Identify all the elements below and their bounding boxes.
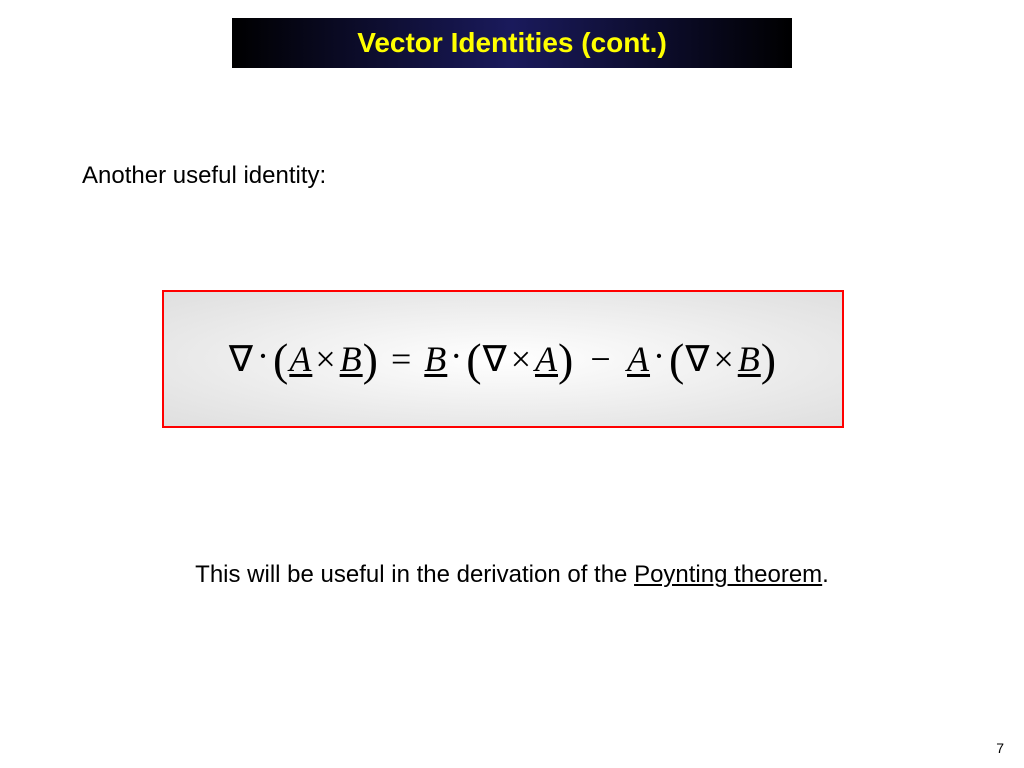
conclusion-text: This will be useful in the derivation of…: [0, 561, 1024, 589]
equation: ∇·(A×B) = B·(∇×A) − A·(∇×B): [229, 333, 777, 386]
rparen: ): [363, 334, 379, 385]
nabla: ∇: [229, 339, 254, 379]
cross-op: ×: [315, 339, 336, 379]
dot-op: ·: [653, 336, 666, 376]
page-title: Vector Identities (cont.): [357, 27, 667, 59]
lparen: (: [669, 334, 685, 385]
equals: =: [391, 339, 412, 379]
lparen: (: [466, 334, 482, 385]
rparen: ): [558, 334, 574, 385]
poynting-theorem-term: Poynting theorem: [634, 561, 822, 588]
vector-A: A: [535, 339, 558, 379]
vector-B: B: [424, 339, 447, 379]
conclusion-suffix: .: [822, 561, 829, 588]
rparen: ): [761, 334, 777, 385]
conclusion-prefix: This will be useful in the derivation of…: [195, 561, 634, 588]
vector-B: B: [340, 339, 363, 379]
equation-box: ∇·(A×B) = B·(∇×A) − A·(∇×B): [162, 290, 844, 428]
lparen: (: [273, 334, 289, 385]
title-bar: Vector Identities (cont.): [232, 18, 792, 68]
page-number: 7: [996, 740, 1004, 756]
minus: −: [590, 339, 611, 379]
vector-A: A: [289, 339, 312, 379]
vector-B: B: [738, 339, 761, 379]
cross-op: ×: [511, 339, 532, 379]
vector-A: A: [627, 339, 650, 379]
dot-op: ·: [450, 336, 463, 376]
nabla: ∇: [483, 339, 508, 379]
nabla: ∇: [685, 339, 710, 379]
dot-op: ·: [257, 336, 270, 376]
intro-text: Another useful identity:: [82, 162, 326, 190]
cross-op: ×: [713, 339, 734, 379]
